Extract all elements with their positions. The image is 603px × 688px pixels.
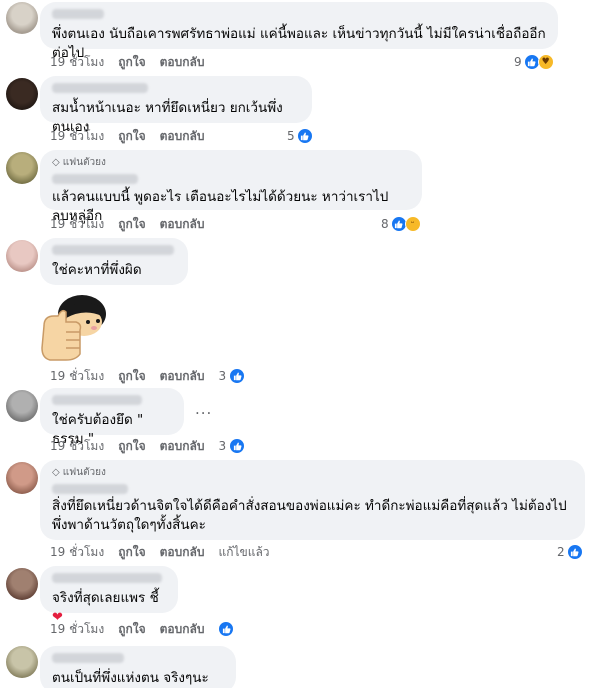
author-name-blurred[interactable] <box>52 395 142 405</box>
author-name-blurred[interactable] <box>52 484 128 494</box>
avatar[interactable] <box>6 2 38 34</box>
care-icon: ♥ <box>537 54 554 70</box>
like-button[interactable]: ถูกใจ <box>118 367 145 386</box>
timestamp[interactable]: 19 ชั่วโมง <box>50 437 104 456</box>
comment-bubble: ใช่คะหาที่พึ่งผิด <box>40 238 188 285</box>
like-icon <box>229 368 246 384</box>
avatar[interactable] <box>6 78 38 110</box>
avatar[interactable] <box>6 240 38 272</box>
more-icon[interactable]: ... <box>195 400 212 418</box>
comment-actions: 19 ชั่วโมง ถูกใจ ตอบกลับ 3 <box>50 437 246 456</box>
top-fan-badge[interactable]: ◇ แฟนตัวยง <box>52 465 573 480</box>
comment-bubble: สมน้ำหน้าเนอะ หาที่ยึดเหนี่ยว ยกเว้นพึ่ง… <box>40 76 312 135</box>
avatar[interactable] <box>6 568 38 600</box>
comment-bubble: จริงที่สุดเลยแพร ชี้❤ <box>40 566 178 625</box>
reaction-summary[interactable]: 9 ♥ <box>514 53 554 71</box>
comment-bubble: ◇ แฟนตัวยง แล้วคนแบบนี้ พูดอะไร เตือนอะไ… <box>40 150 422 224</box>
reaction-summary[interactable]: 3 <box>218 438 246 454</box>
reaction-count: 8 <box>381 217 389 231</box>
comment-text: ตนเป็นที่พึ่งแห่งตน จริงๆนะคะ.... <box>52 670 209 686</box>
like-button[interactable]: ถูกใจ <box>118 127 145 146</box>
author-name-blurred[interactable] <box>52 653 124 663</box>
badge-label: แฟนตัวยง <box>62 157 106 168</box>
reaction-summary[interactable]: 3 <box>218 368 246 384</box>
author-name-blurred[interactable] <box>52 573 162 583</box>
avatar[interactable] <box>6 152 38 184</box>
comment-actions: 19 ชั่วโมง ถูกใจ ตอบกลับ 3 <box>50 367 246 386</box>
like-button[interactable]: ถูกใจ <box>118 215 145 234</box>
like-button[interactable]: ถูกใจ <box>118 437 145 456</box>
comment-actions: 19 ชั่วโมง ถูกใจ ตอบกลับ <box>50 127 204 145</box>
reply-button[interactable]: ตอบกลับ <box>160 53 205 72</box>
comment-actions: 19 ชั่วโมง ถูกใจ ตอบกลับ <box>50 53 204 71</box>
reply-button[interactable]: ตอบกลับ <box>160 543 205 562</box>
thumbs-up-girl-sticker[interactable] <box>36 288 112 364</box>
timestamp[interactable]: 19 ชั่วโมง <box>50 215 104 234</box>
comment-text: สิ่งที่ยึดเหนี่ยวด้านจิตใจได้ดีคือคำสั่ง… <box>52 498 567 533</box>
reaction-count: 5 <box>287 129 295 143</box>
diamond-icon: ◇ <box>52 157 60 168</box>
edited-label: แก้ไขแล้ว <box>218 544 270 559</box>
like-icon <box>566 544 583 560</box>
timestamp[interactable]: 19 ชั่วโมง <box>50 620 104 639</box>
comment-text: ใช่คะหาที่พึ่งผิด <box>52 262 142 278</box>
reaction-summary[interactable]: 5 <box>287 127 313 145</box>
author-name-blurred[interactable] <box>52 174 138 184</box>
reply-button[interactable]: ตอบกลับ <box>160 437 205 456</box>
haha-icon: ᵕ <box>404 216 421 232</box>
comment-bubble: ◇ แฟนตัวยง สิ่งที่ยึดเหนี่ยวด้านจิตใจได้… <box>40 460 585 540</box>
reply-button[interactable]: ตอบกลับ <box>160 215 205 234</box>
avatar[interactable] <box>6 390 38 422</box>
like-icon[interactable] <box>218 621 235 637</box>
reply-button[interactable]: ตอบกลับ <box>160 127 205 146</box>
author-name-blurred[interactable] <box>52 9 104 19</box>
timestamp[interactable]: 19 ชั่วโมง <box>50 543 104 562</box>
reply-button[interactable]: ตอบกลับ <box>160 620 205 639</box>
avatar[interactable] <box>6 462 38 494</box>
diamond-icon: ◇ <box>52 467 60 478</box>
reaction-count: 9 <box>514 55 522 69</box>
reaction-summary[interactable]: 2 <box>557 543 583 561</box>
comment-text-content: จริงที่สุดเลยแพร ชี้ <box>52 590 159 606</box>
avatar[interactable] <box>6 646 38 678</box>
comment-actions: 19 ชั่วโมง ถูกใจ ตอบกลับ <box>50 620 235 639</box>
like-button[interactable]: ถูกใจ <box>118 53 145 72</box>
comment-actions: 19 ชั่วโมง ถูกใจ ตอบกลับ แก้ไขแล้ว <box>50 543 270 561</box>
timestamp[interactable]: 19 ชั่วโมง <box>50 53 104 72</box>
top-fan-badge[interactable]: ◇ แฟนตัวยง <box>52 155 410 170</box>
comment-bubble: พึ่งตนเอง นับถือเคารพศรัทธาพ่อแม่ แค่นี้… <box>40 2 558 61</box>
reaction-count: 2 <box>557 545 565 559</box>
reaction-count: 3 <box>218 439 227 453</box>
author-name-blurred[interactable] <box>52 245 174 255</box>
reaction-count: 3 <box>218 369 227 383</box>
timestamp[interactable]: 19 ชั่วโมง <box>50 127 104 146</box>
timestamp[interactable]: 19 ชั่วโมง <box>50 367 104 386</box>
comment-bubble: ตนเป็นที่พึ่งแห่งตน จริงๆนะคะ.... <box>40 646 236 688</box>
reaction-summary[interactable]: 8 ᵕ <box>381 215 421 233</box>
like-button[interactable]: ถูกใจ <box>118 620 145 639</box>
badge-label: แฟนตัวยง <box>62 467 106 478</box>
like-icon <box>229 438 246 454</box>
like-button[interactable]: ถูกใจ <box>118 543 145 562</box>
like-icon <box>296 128 313 144</box>
comment-actions: 19 ชั่วโมง ถูกใจ ตอบกลับ <box>50 215 204 233</box>
author-name-blurred[interactable] <box>52 83 148 93</box>
comment-bubble: ใช่ครับต้องยึด " ธรรม " <box>40 388 184 447</box>
reply-button[interactable]: ตอบกลับ <box>160 367 205 386</box>
